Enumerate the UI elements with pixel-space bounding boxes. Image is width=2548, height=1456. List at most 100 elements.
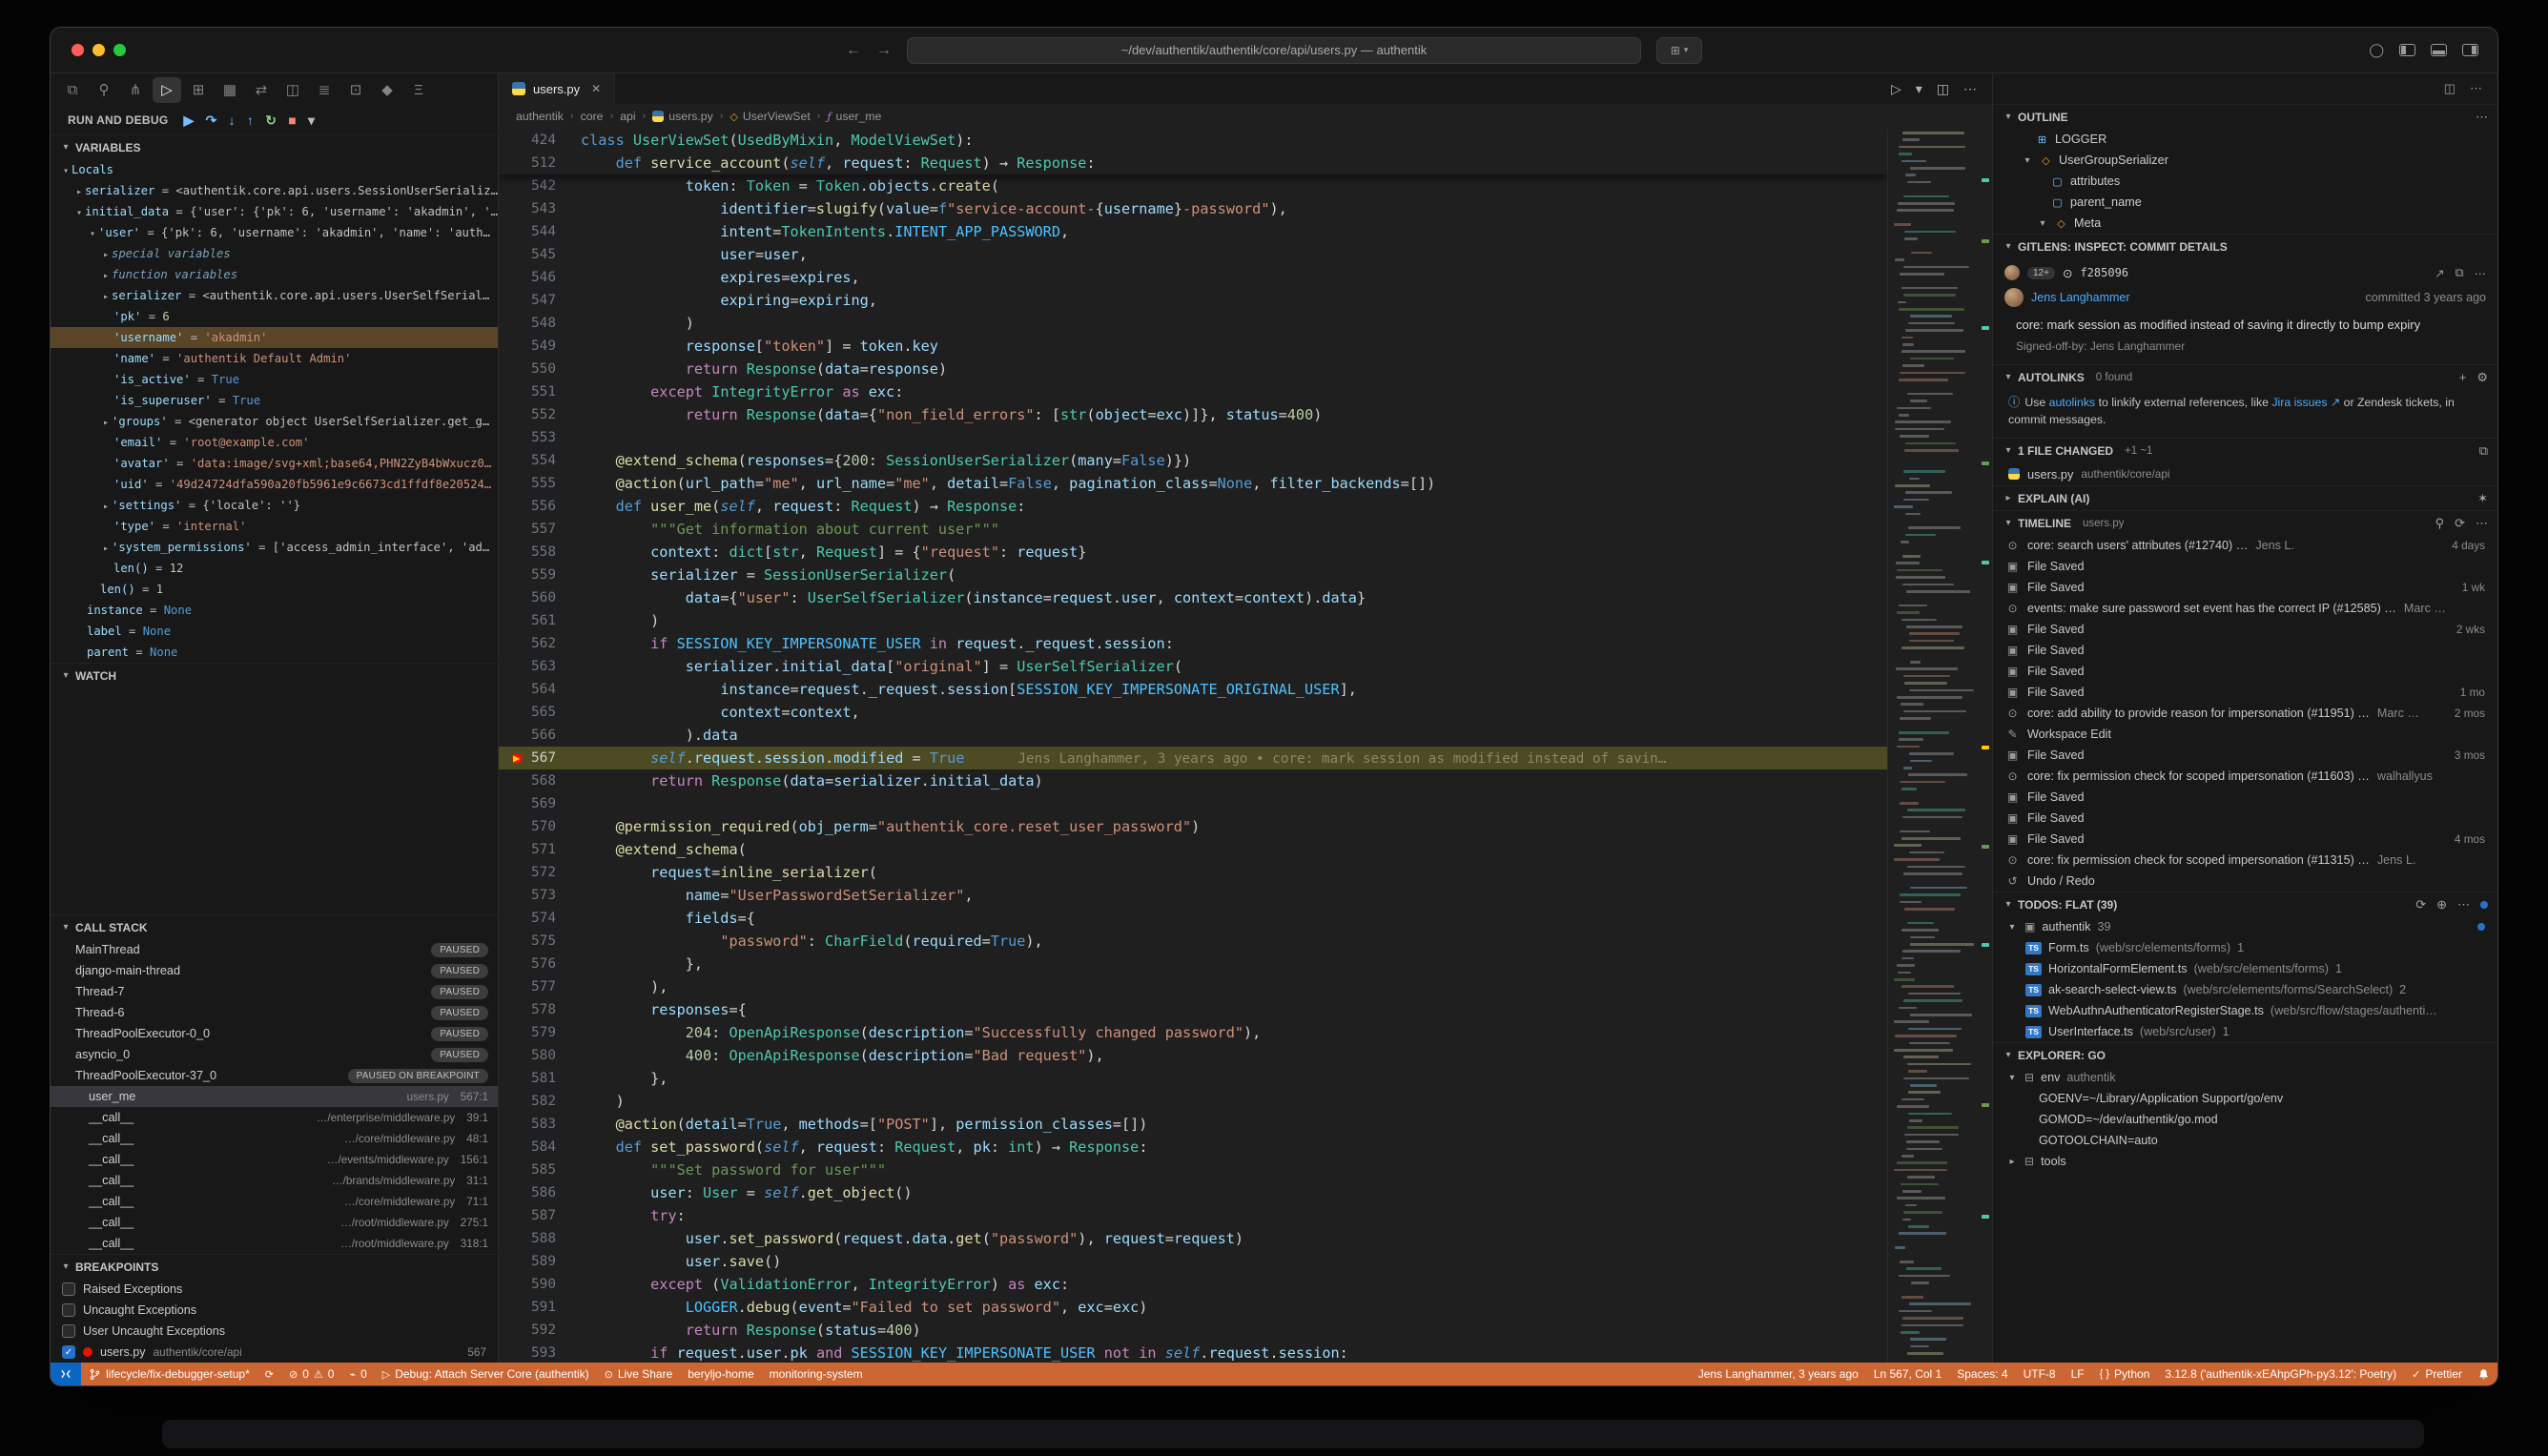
code-line[interactable]: 557 """Get information about current use…: [499, 518, 1887, 541]
overview-ruler[interactable]: [1979, 129, 1992, 1363]
call-stack-section-header[interactable]: ▾ CALL STACK: [51, 914, 498, 939]
variable-row[interactable]: ▾'user' = {'pk': 6, 'username': 'akadmin…: [51, 222, 498, 243]
autolink-settings-icon[interactable]: ⚙: [2476, 370, 2488, 385]
line-number[interactable]: 572: [499, 861, 581, 884]
todo-item[interactable]: TSak-search-select-view.ts(web/src/eleme…: [1993, 979, 2497, 1000]
continue-button[interactable]: ▶: [183, 113, 194, 129]
line-number[interactable]: 567▶: [499, 747, 581, 769]
variable-row[interactable]: ▸serializer = <authentik.core.api.users.…: [51, 180, 498, 201]
chevron-down-icon[interactable]: ▾: [60, 1261, 72, 1272]
callstack-frame-row[interactable]: __call__…/events/middleware.py156:1: [51, 1149, 498, 1170]
line-number[interactable]: 584: [499, 1136, 581, 1159]
twistie-icon[interactable]: ▸: [100, 245, 112, 264]
line-number[interactable]: 563: [499, 655, 581, 678]
extensions-icon[interactable]: ⊞: [184, 77, 213, 103]
sync-changes-item[interactable]: ⟳: [257, 1363, 281, 1385]
prettier-item[interactable]: ✓Prettier: [2404, 1363, 2470, 1385]
code-line[interactable]: 576 },: [499, 953, 1887, 975]
twistie-icon[interactable]: ▾: [87, 224, 98, 243]
chevron-down-icon[interactable]: ▾: [2003, 899, 2014, 910]
add-autolink-icon[interactable]: +: [2459, 370, 2467, 384]
monitoring-system-item[interactable]: monitoring-system: [762, 1363, 871, 1385]
code-line[interactable]: 573 name="UserPasswordSetSerializer",: [499, 884, 1887, 907]
variable-row[interactable]: ▸function variables: [51, 264, 498, 285]
git-branch-item[interactable]: lifecycle/fix-debugger-setup*: [81, 1363, 257, 1385]
line-number[interactable]: 547: [499, 289, 581, 312]
line-number[interactable]: 546: [499, 266, 581, 289]
todo-item[interactable]: ▾▣authentik39: [1993, 916, 2497, 937]
code-editor[interactable]: 424class UserViewSet(UsedByMixin, ModelV…: [499, 129, 1992, 1363]
code-line[interactable]: 581 },: [499, 1067, 1887, 1090]
explorer-go-section-header[interactable]: ▾ EXPLORER: GO: [1993, 1042, 2497, 1067]
file-changed-section-header[interactable]: ▾ 1 FILE CHANGED +1 ~1 ⧉: [1993, 438, 2497, 462]
more-icon[interactable]: ⋯: [2475, 266, 2487, 280]
variable-row[interactable]: 'avatar' = 'data:image/svg+xml;base64,PH…: [51, 453, 498, 474]
author-link[interactable]: Jens Langhammer: [2031, 291, 2130, 304]
breakpoint-row[interactable]: Raised Exceptions: [51, 1279, 498, 1300]
explorer-icon[interactable]: ⧉: [58, 77, 87, 103]
todo-item[interactable]: TSUserInterface.ts(web/src/user)1: [1993, 1021, 2497, 1042]
line-number[interactable]: 542: [499, 174, 581, 197]
breakpoint-checkbox[interactable]: [62, 1324, 75, 1338]
timeline-item[interactable]: ▣File Saved4 mos: [1993, 829, 2497, 850]
close-tab-icon[interactable]: ✕: [591, 82, 601, 95]
line-number[interactable]: 593: [499, 1342, 581, 1363]
code-line[interactable]: 550 return Response(data=response): [499, 358, 1887, 380]
line-number[interactable]: 557: [499, 518, 581, 541]
line-number[interactable]: 562: [499, 632, 581, 655]
line-number[interactable]: 585: [499, 1159, 581, 1181]
variables-section-header[interactable]: ▾ VARIABLES: [51, 134, 498, 159]
timeline-item[interactable]: ⊙core: fix permission check for scoped i…: [1993, 850, 2497, 871]
outline-item[interactable]: ▾◇UserGroupSerializer: [1993, 150, 2497, 171]
code-line[interactable]: 548 ): [499, 312, 1887, 335]
refresh-icon[interactable]: ⟳: [2415, 897, 2426, 913]
timeline-item[interactable]: ✎Workspace Edit: [1993, 724, 2497, 745]
chevron-down-icon[interactable]: ▾: [60, 670, 72, 681]
variable-row[interactable]: 'pk' = 6: [51, 306, 498, 327]
variable-row[interactable]: ▾initial_data = {'user': {'pk': 6, 'user…: [51, 201, 498, 222]
breadcrumb-item[interactable]: authentik: [516, 110, 564, 123]
line-number[interactable]: 569: [499, 792, 581, 815]
timeline-item[interactable]: ▣File Saved: [1993, 787, 2497, 808]
twistie-icon[interactable]: ▸: [100, 413, 112, 432]
chevron-right-icon[interactable]: ▸: [2003, 493, 2014, 503]
more-actions-icon[interactable]: ⋯: [2457, 897, 2470, 913]
outline-item[interactable]: ▢parent_name: [1993, 192, 2497, 213]
breakpoint-row[interactable]: User Uncaught Exceptions: [51, 1321, 498, 1342]
code-line[interactable]: 582 ): [499, 1090, 1887, 1113]
step-over-button[interactable]: ↷: [206, 113, 217, 129]
commit-sha[interactable]: f285096: [2080, 266, 2128, 279]
code-line[interactable]: 585 """Set password for user""": [499, 1159, 1887, 1181]
twistie-icon[interactable]: ▸: [100, 266, 112, 285]
line-number[interactable]: 548: [499, 312, 581, 335]
layout-sidebar-left-icon[interactable]: [2399, 44, 2415, 56]
todo-item[interactable]: TSForm.ts(web/src/elements/forms)1: [1993, 937, 2497, 958]
timeline-item[interactable]: ▣File Saved1 wk: [1993, 577, 2497, 598]
line-number[interactable]: 554: [499, 449, 581, 472]
gitlens-blame-item[interactable]: Jens Langhammer, 3 years ago: [1691, 1363, 1866, 1385]
changed-file-row[interactable]: users.py authentik/core/api: [1993, 462, 2497, 485]
callstack-frame-row[interactable]: __call__…/core/middleware.py48:1: [51, 1128, 498, 1149]
variable-row[interactable]: ▸'system_permissions' = ['access_admin_i…: [51, 537, 498, 558]
line-number[interactable]: 558: [499, 541, 581, 564]
code-line[interactable]: 564 instance=request._request.session[SE…: [499, 678, 1887, 701]
code-line[interactable]: 579 204: OpenApiResponse(description="Su…: [499, 1021, 1887, 1044]
history-forward-icon[interactable]: →: [876, 42, 892, 59]
code-line[interactable]: 577 ),: [499, 975, 1887, 998]
variable-row[interactable]: 'username' = 'akadmin': [51, 327, 498, 348]
code-line[interactable]: 424class UserViewSet(UsedByMixin, ModelV…: [499, 129, 1887, 152]
line-number[interactable]: 592: [499, 1319, 581, 1342]
todos-section-header[interactable]: ▾ TODOS: FLAT (39) ⟳ ⊕ ⋯: [1993, 892, 2497, 916]
todo-item[interactable]: TSHorizontalFormElement.ts(web/src/eleme…: [1993, 958, 2497, 979]
code-line[interactable]: 545 user=user,: [499, 243, 1887, 266]
line-number[interactable]: 589: [499, 1250, 581, 1273]
code-line[interactable]: 571 @extend_schema(: [499, 838, 1887, 861]
variable-row[interactable]: label = None: [51, 621, 498, 642]
code-line[interactable]: 592 return Response(status=400): [499, 1319, 1887, 1342]
code-line[interactable]: 574 fields={: [499, 907, 1887, 930]
open-commit-icon[interactable]: ↗: [2435, 266, 2444, 280]
line-number[interactable]: 560: [499, 586, 581, 609]
chevron-down-icon[interactable]: ▾: [2003, 241, 2014, 252]
database-icon[interactable]: ≣: [310, 77, 339, 103]
timeline-item[interactable]: ⊙core: search users' attributes (#12740)…: [1993, 535, 2497, 556]
